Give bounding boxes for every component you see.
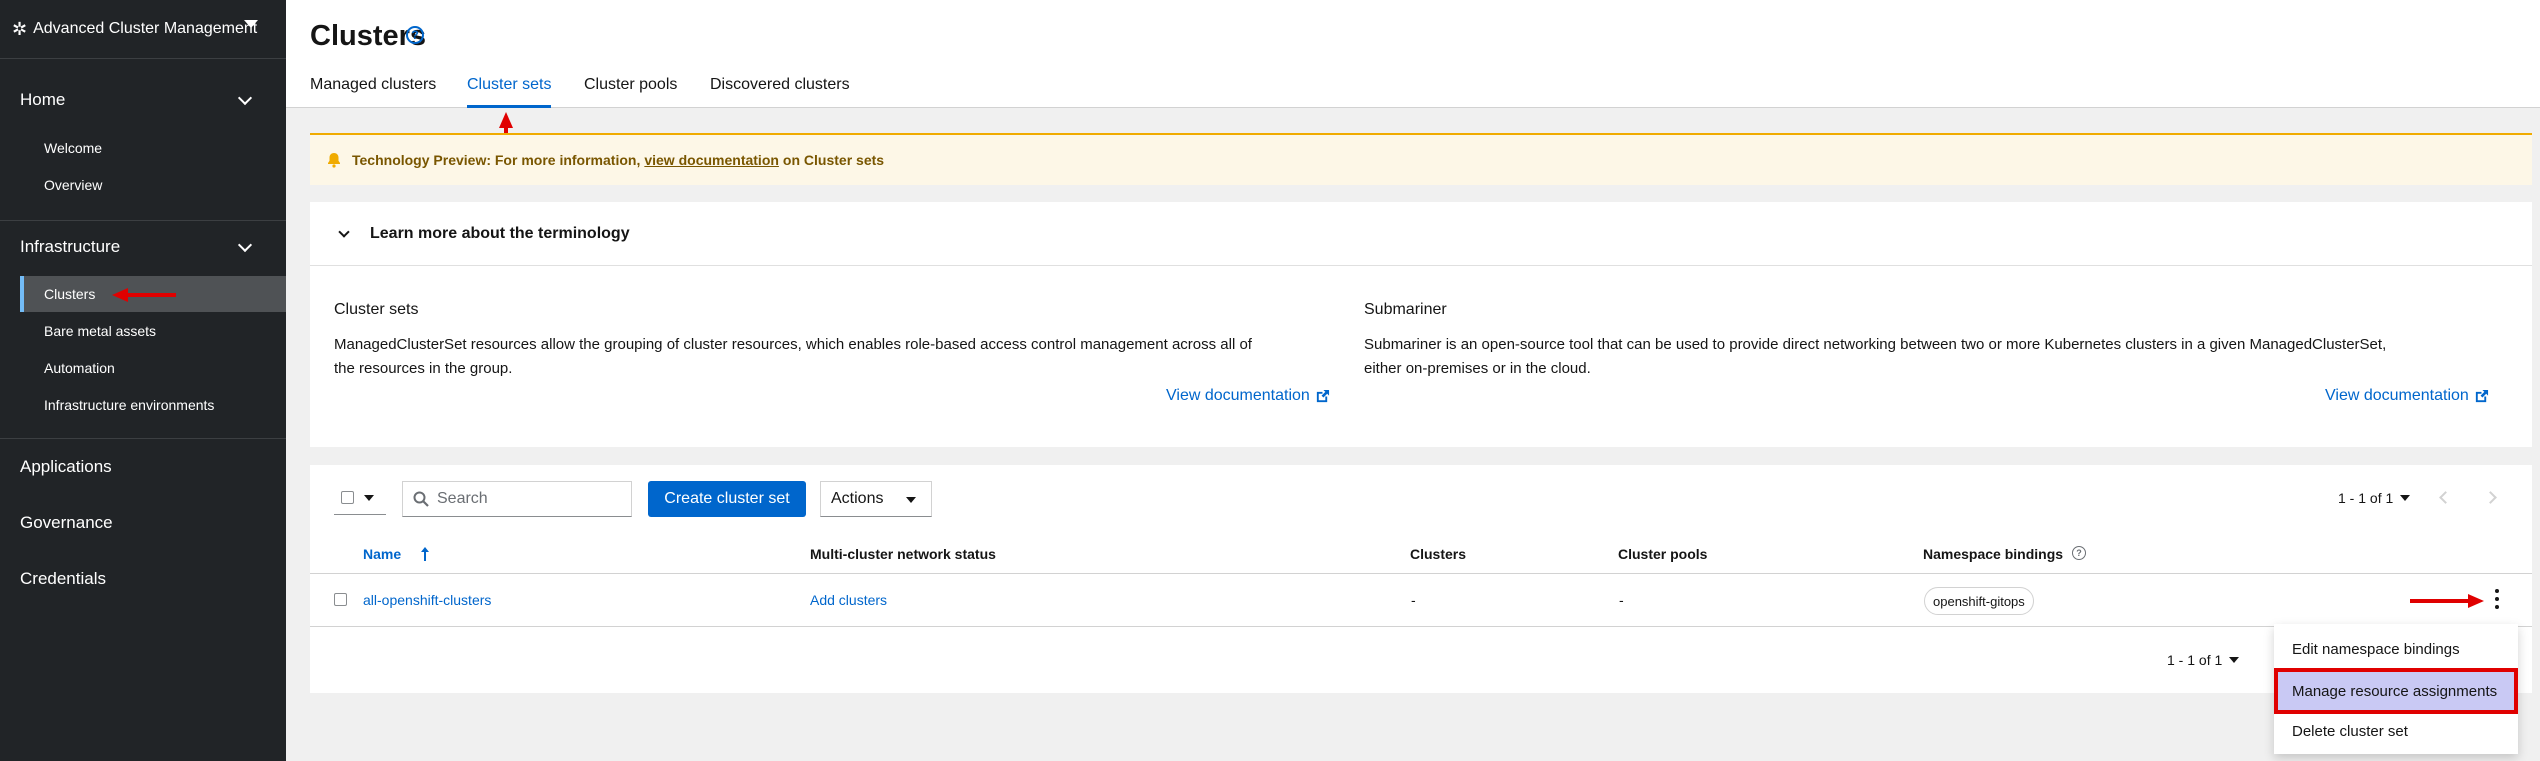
pagination-toggle[interactable]: 1 - 1 of 1	[2338, 490, 2393, 506]
add-clusters-link[interactable]: Add clusters	[810, 592, 887, 608]
tab-cluster-sets[interactable]: Cluster sets	[467, 76, 552, 108]
divider	[0, 58, 286, 59]
row-select-checkbox[interactable]	[334, 593, 347, 606]
page-header: Clusters ? Managed clusters Cluster sets…	[286, 0, 2540, 108]
clusters-count: -	[1411, 592, 1416, 608]
column-header-name[interactable]: Name	[363, 546, 401, 562]
column-header-network-status: Multi-cluster network status	[810, 546, 996, 562]
divider	[310, 573, 2532, 574]
chevron-down-icon	[237, 90, 253, 106]
annotation-arrow-right	[2410, 594, 2484, 608]
caret-down-icon	[244, 20, 258, 28]
alert-text: Technology Preview: For more information…	[352, 152, 641, 168]
row-actions-menu: Edit namespace bindings Manage resource …	[2274, 624, 2518, 754]
sidebar: ✲ Advanced Cluster Management Home Welco…	[0, 0, 286, 761]
actions-label: Actions	[831, 490, 884, 507]
nav-group-label: Applications	[20, 457, 112, 476]
dot	[2495, 589, 2499, 593]
tech-preview-alert: Technology Preview: For more information…	[310, 133, 2532, 185]
caret-down-icon	[906, 497, 916, 503]
select-all-checkbox[interactable]	[341, 491, 354, 504]
submariner-doc-link[interactable]: View documentation	[2325, 387, 2489, 405]
nav-group-infrastructure[interactable]: Infrastructure	[0, 227, 286, 267]
alert-text-suffix: on Cluster sets	[782, 152, 885, 168]
chevron-down-icon	[338, 226, 350, 238]
actions-dropdown[interactable]: Actions	[820, 481, 932, 517]
nav-group-label: Credentials	[20, 569, 106, 588]
column-header-namespace-bindings: Namespace bindings	[1923, 546, 2064, 562]
divider	[310, 626, 2532, 627]
column-header-cluster-pools: Cluster pools	[1618, 546, 1708, 562]
nav-group-label: Home	[20, 90, 66, 109]
search-input-wrapper	[402, 481, 632, 517]
bottom-pagination-toggle[interactable]: 1 - 1 of 1	[2167, 652, 2222, 668]
menu-item-manage-resource-assignments[interactable]: Manage resource assignments	[2274, 668, 2518, 714]
terminology-card: Learn more about the terminology Cluster…	[310, 202, 2532, 447]
dot	[2495, 597, 2499, 601]
sidebar-item-infrastructure-environments[interactable]: Infrastructure environments	[20, 387, 286, 423]
terminology-toggle[interactable]: Learn more about the terminology	[310, 202, 2532, 266]
nav-group-label: Infrastructure	[20, 237, 121, 256]
search-input[interactable]	[437, 490, 617, 508]
divider	[0, 438, 286, 439]
app-title: Advanced Cluster Management	[33, 20, 258, 37]
bulk-select[interactable]	[334, 481, 386, 515]
menu-item-delete-cluster-set[interactable]: Delete cluster set	[2274, 712, 2518, 750]
nav-group-applications[interactable]: Applications	[0, 447, 286, 487]
annotation-arrow-left	[112, 288, 176, 302]
caret-down-icon	[364, 495, 374, 501]
terminology-heading: Learn more about the terminology	[370, 224, 630, 242]
search-icon	[413, 491, 429, 507]
help-icon[interactable]: ?	[2072, 546, 2086, 560]
bell-icon	[328, 153, 340, 168]
doc-link-label: View documentation	[2325, 387, 2469, 404]
tab-managed-clusters[interactable]: Managed clusters	[310, 76, 436, 108]
namespace-binding-chip: openshift-gitops	[1924, 587, 2034, 615]
submariner-desc-line2: either on-premises or in the cloud.	[1364, 360, 1591, 377]
tab-cluster-pools[interactable]: Cluster pools	[584, 76, 677, 108]
app-switcher[interactable]: ✲ Advanced Cluster Management	[0, 0, 286, 58]
cluster-set-name-link[interactable]: all-openshift-clusters	[363, 592, 491, 608]
caret-down-icon[interactable]	[2400, 495, 2410, 501]
menu-item-edit-namespace-bindings[interactable]: Edit namespace bindings	[2274, 630, 2518, 668]
cluster-sets-doc-link[interactable]: View documentation	[1166, 387, 1330, 405]
chevron-down-icon	[237, 237, 253, 253]
alert-doc-link[interactable]: view documentation	[644, 152, 779, 168]
cluster-sets-desc-line1: ManagedClusterSet resources allow the gr…	[334, 336, 1252, 353]
column-header-clusters: Clusters	[1410, 546, 1467, 562]
tab-discovered-clusters[interactable]: Discovered clusters	[710, 76, 850, 108]
sidebar-item-automation[interactable]: Automation	[20, 350, 286, 386]
cluster-sets-desc-line2: the resources in the group.	[334, 360, 513, 377]
cluster-sets-title: Cluster sets	[334, 301, 419, 318]
submariner-title: Submariner	[1364, 301, 1447, 318]
pagination-label: 1 - 1 of 1	[2338, 490, 2394, 506]
caret-down-icon[interactable]	[2229, 657, 2239, 663]
sidebar-item-bare-metal-assets[interactable]: Bare metal assets	[20, 313, 286, 349]
external-link-icon	[1316, 389, 1329, 402]
submariner-desc-line1: Submariner is an open-source tool that c…	[1364, 336, 2387, 353]
doc-link-label: View documentation	[1166, 387, 1310, 404]
pagination-label: 1 - 1 of 1	[2167, 652, 2223, 668]
nav-group-credentials[interactable]: Credentials	[0, 559, 286, 599]
external-link-icon	[2475, 389, 2488, 402]
sidebar-item-welcome[interactable]: Welcome	[20, 130, 286, 166]
divider	[0, 220, 286, 221]
sort-ascending-icon[interactable]	[420, 547, 430, 561]
nav-group-home[interactable]: Home	[0, 80, 286, 120]
help-icon[interactable]: ?	[406, 26, 424, 44]
create-cluster-set-button[interactable]: Create cluster set	[648, 481, 806, 517]
nav-group-label: Governance	[20, 513, 113, 532]
sidebar-item-overview[interactable]: Overview	[20, 167, 286, 203]
row-kebab-menu[interactable]	[2493, 589, 2501, 609]
nav-group-governance[interactable]: Governance	[0, 503, 286, 543]
dot	[2495, 605, 2499, 609]
cluster-pools-count: -	[1619, 592, 1624, 608]
acm-logo-icon: ✲	[12, 18, 28, 39]
